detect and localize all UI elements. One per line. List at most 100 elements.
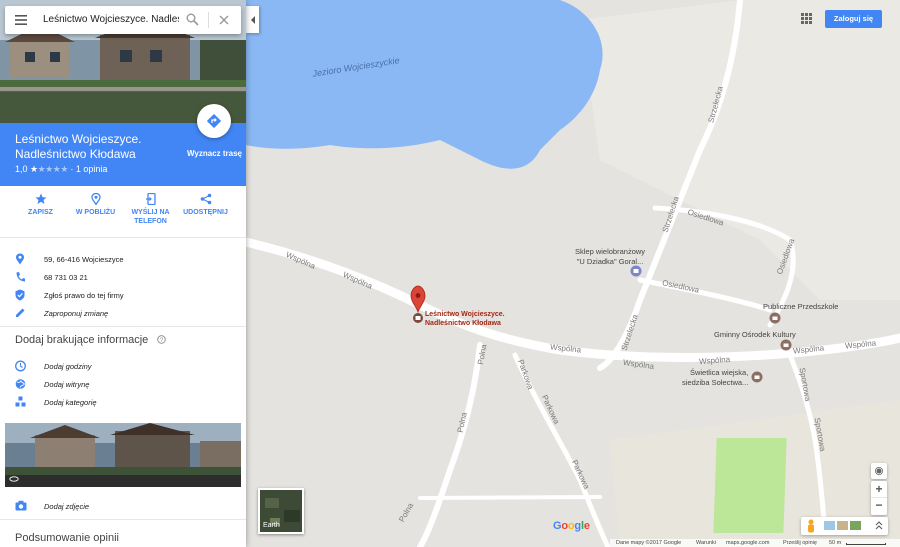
missing-info-title: Dodaj brakujące informacje ? xyxy=(15,334,167,346)
verified-shield-icon xyxy=(15,289,25,301)
nearby-label: W POBLIŻU xyxy=(75,209,116,216)
add-photo-text: Dodaj zdjęcie xyxy=(44,502,90,511)
share-button[interactable]: UDOSTĘPNIJ xyxy=(178,193,233,217)
camera-icon xyxy=(15,500,27,511)
street-view-photo[interactable] xyxy=(5,423,241,487)
directions-label: Wyznacz trasę xyxy=(187,149,242,158)
shop-label-line-1: Sklep wielobranżowy xyxy=(575,247,646,256)
map-data-credit: Dane mapy ©2017 Google xyxy=(616,540,682,546)
my-location-icon xyxy=(875,467,883,475)
share-label: UDOSTĘPNIJ xyxy=(183,209,228,216)
shop-label: Sklep wielobranżowy "U Dziadka" Goral... xyxy=(575,247,645,267)
address-text: 59, 66-416 Wojcieszyce xyxy=(44,255,124,264)
search-divider xyxy=(208,12,209,28)
road-minor-south xyxy=(418,495,602,500)
edit-pencil-icon xyxy=(16,308,25,317)
site-link[interactable]: maps.google.com xyxy=(726,540,769,546)
add-category-text: Dodaj kategorię xyxy=(44,398,97,407)
divider xyxy=(0,326,246,327)
directions-button[interactable] xyxy=(197,104,231,138)
rating-stars: ★★★★★ xyxy=(30,164,68,174)
phone-text: 68 731 03 21 xyxy=(44,273,88,282)
layer-thumb-3[interactable] xyxy=(850,521,861,530)
send-to-phone-label: WYŚLIJ NA TELEFON xyxy=(131,209,170,225)
divider xyxy=(0,519,246,520)
culture-label: Gminny Ośrodek Kultury xyxy=(714,330,796,339)
google-logo: Google xyxy=(553,520,590,532)
search-box: Leśnictwo Wojcieszyce. Nadleśni xyxy=(5,6,241,34)
claim-row[interactable]: Zgłoś prawo do tej firmy xyxy=(0,287,246,305)
menu-icon[interactable] xyxy=(15,15,27,25)
send-to-phone-button[interactable]: WYŚLIJ NA TELEFON xyxy=(123,193,178,226)
layer-thumb-2[interactable] xyxy=(837,521,848,530)
scale-bar xyxy=(846,543,886,545)
directions-icon xyxy=(207,114,221,128)
globe-icon xyxy=(15,379,26,389)
suggest-edit-text: Zaproponuj zmianę xyxy=(44,309,109,318)
marker-label-line-2: Nadleśnictwo Kłodawa xyxy=(425,320,501,327)
marker-poi-icon xyxy=(413,313,423,323)
zoom-out-button[interactable]: − xyxy=(871,498,887,515)
sign-in-button[interactable]: Zaloguj się xyxy=(825,10,882,28)
chevron-left-icon xyxy=(250,15,255,24)
map-footer: Dane mapy ©2017 Google Warunki maps.goog… xyxy=(610,539,900,547)
add-photo-row[interactable]: Dodaj zdjęcie xyxy=(0,498,246,516)
category-icon xyxy=(15,396,26,407)
phone-icon xyxy=(16,272,25,282)
shop-label-line-2: "U Dziadka" Goral... xyxy=(576,257,644,266)
earth-label: Earth xyxy=(263,522,280,529)
send-to-phone-icon xyxy=(145,193,156,205)
add-hours-row[interactable]: Dodaj godziny xyxy=(0,358,246,376)
add-category-row[interactable]: Dodaj kategorię xyxy=(0,394,246,412)
star-icon xyxy=(35,193,46,204)
scale-label: 50 m xyxy=(829,540,842,546)
hall-poi-icon xyxy=(751,371,763,383)
save-button[interactable]: ZAPISZ xyxy=(13,193,68,217)
zoom-controls: + − xyxy=(871,481,887,515)
marker-label: Leśnictwo Wojcieszyce. Nadleśnictwo Kłod… xyxy=(425,310,505,328)
hall-label-line-2: siedziba Sołectwa... xyxy=(682,378,749,387)
close-icon[interactable] xyxy=(219,15,229,25)
layer-thumb-1[interactable] xyxy=(824,521,835,530)
clock-icon xyxy=(15,360,26,372)
add-hours-text: Dodaj godziny xyxy=(44,362,92,371)
nearby-button[interactable]: W POBLIŻU xyxy=(68,193,123,217)
hall-label: Świetlica wiejska, siedziba Sołectwa... xyxy=(682,368,748,388)
reviews-link[interactable]: · 1 opinia xyxy=(70,164,107,174)
address-row[interactable]: 59, 66-416 Wojcieszyce xyxy=(0,251,246,269)
save-label: ZAPISZ xyxy=(28,209,53,216)
place-panel: Leśnictwo Wojcieszyce. Nadleśni Leśnictw… xyxy=(0,0,246,547)
action-bar: ZAPISZ W POBLIŻU WYŚLIJ NA TELEFON UDOST… xyxy=(0,186,246,238)
street-view-image xyxy=(5,423,241,487)
suggest-edit-row[interactable]: Zaproponuj zmianę xyxy=(0,305,246,323)
missing-info-heading: Dodaj brakujące informacje xyxy=(15,334,149,346)
search-input[interactable]: Leśnictwo Wojcieszyce. Nadleśni xyxy=(43,14,179,25)
location-pin-icon xyxy=(16,253,24,265)
park-area xyxy=(713,438,787,533)
my-location-button[interactable] xyxy=(871,463,887,479)
add-website-text: Dodaj witrynę xyxy=(44,380,90,389)
add-website-row[interactable]: Dodaj witrynę xyxy=(0,376,246,394)
feedback-link[interactable]: Prześlij opinię xyxy=(783,540,817,546)
expand-up-icon[interactable] xyxy=(875,521,883,530)
rating-row: 1,0 ★★★★★ · 1 opinia xyxy=(15,164,107,175)
earth-view-toggle[interactable]: Earth xyxy=(258,488,304,534)
shop-poi-icon xyxy=(630,265,642,277)
terms-link[interactable]: Warunki xyxy=(696,540,716,546)
zoom-in-button[interactable]: + xyxy=(871,481,887,498)
collapse-panel-button[interactable] xyxy=(246,6,259,33)
help-icon[interactable]: ? xyxy=(157,335,167,344)
marker-label-line-1: Leśnictwo Wojcieszyce. xyxy=(425,311,505,318)
pegman-icon[interactable] xyxy=(808,519,814,533)
phone-row[interactable]: 68 731 03 21 xyxy=(0,269,246,287)
reviews-summary-title: Podsumowanie opinii xyxy=(15,532,119,544)
nearby-icon xyxy=(90,193,101,205)
hall-label-line-1: Świetlica wiejska, xyxy=(689,368,749,377)
search-icon[interactable] xyxy=(186,13,199,26)
school-label: Publiczne Przedszkole xyxy=(763,302,839,311)
apps-grid-icon[interactable] xyxy=(801,13,812,24)
place-title: Leśnictwo Wojcieszyce. Nadleśnictwo Kłod… xyxy=(15,132,142,161)
share-icon xyxy=(200,193,211,205)
school-poi-icon xyxy=(769,312,781,324)
map-layers-strip xyxy=(801,517,888,535)
